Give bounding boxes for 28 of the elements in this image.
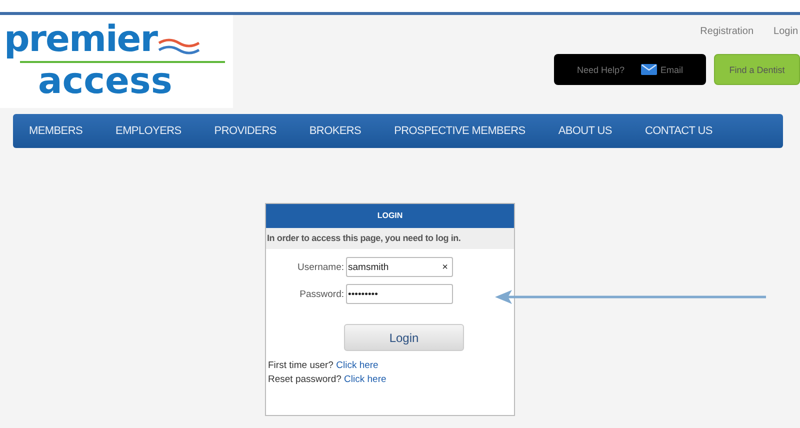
nav-item[interactable]: PROVIDERS	[214, 125, 276, 137]
login-message: In order to access this page, you need to log in.	[266, 228, 514, 249]
nav-item[interactable]: EMPLOYERS	[116, 125, 182, 137]
clear-icon[interactable]: ×	[442, 262, 448, 272]
header-link[interactable]: Registration	[700, 26, 754, 37]
company-logo[interactable]: premier access	[0, 15, 233, 108]
field-label: Password:	[298, 288, 344, 300]
help-text: First time user?	[268, 360, 334, 371]
click-here-link[interactable]: Click here	[336, 360, 378, 371]
login-title: LOGIN	[266, 204, 514, 228]
help-text: Reset password?	[268, 374, 342, 385]
header-link[interactable]: Login	[774, 26, 798, 37]
find-dentist-button[interactable]: Find a Dentist	[714, 54, 800, 85]
nav-item[interactable]: ABOUT US	[558, 125, 612, 137]
field-label: Username:	[296, 262, 344, 272]
input-field[interactable]: •••••••••	[346, 284, 453, 304]
input-field[interactable]: samsmith ×	[346, 257, 453, 277]
login-button[interactable]: Login	[344, 324, 464, 351]
envelope-icon	[640, 64, 656, 75]
nav-item[interactable]: CONTACT US	[644, 125, 712, 137]
field-value: samsmith	[348, 262, 389, 272]
email-link[interactable]: Email	[640, 64, 684, 75]
help-label: Need Help?	[576, 64, 624, 74]
nav-item[interactable]: MEMBERS	[29, 125, 83, 137]
nav-item[interactable]: PROSPECTIVE MEMBERS	[394, 125, 526, 137]
field-value: •••••••••	[348, 288, 378, 300]
click-here-link[interactable]: Click here	[344, 374, 386, 385]
nav-item[interactable]: BROKERS	[309, 125, 362, 137]
